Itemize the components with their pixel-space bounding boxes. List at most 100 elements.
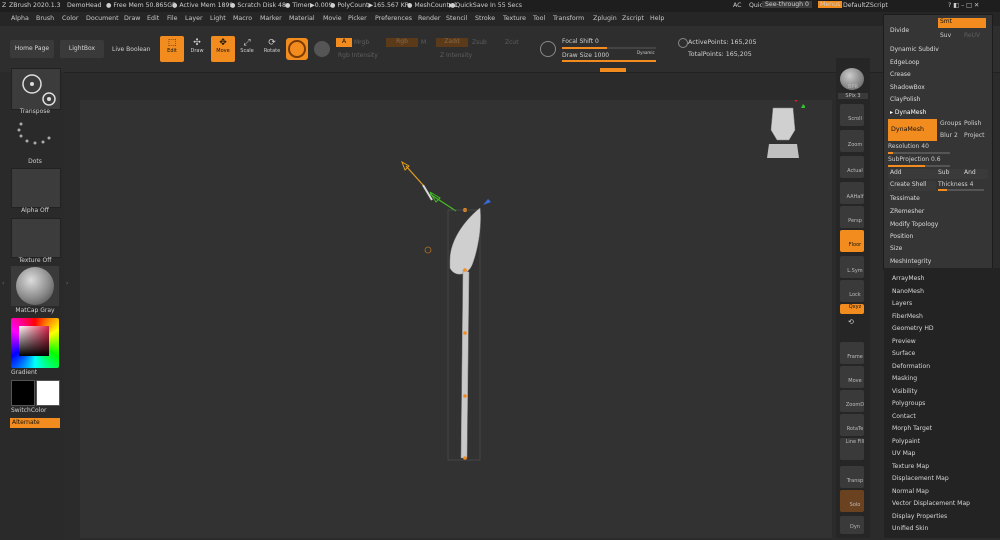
menu-brush[interactable]: Brush [36, 15, 54, 22]
secondary-color-swatch[interactable] [36, 380, 60, 406]
move-mode-button[interactable]: ✥ Move [211, 36, 235, 62]
meshintegrity-item[interactable]: MeshIntegrity [890, 258, 931, 265]
create-shell-button[interactable]: Create Shell [888, 181, 936, 191]
scroll-button[interactable]: Scroll [840, 104, 864, 126]
view-navigator-head[interactable] [765, 91, 807, 160]
document-canvas[interactable] [80, 91, 832, 538]
actual-button[interactable]: Actual [840, 156, 864, 178]
polyframe-icon[interactable] [314, 41, 330, 57]
menu-tool[interactable]: Tool [533, 15, 545, 22]
subpalette-morph-target[interactable]: Morph Target [892, 425, 932, 432]
rotate-view-button[interactable]: RotaTe [840, 414, 864, 436]
switchcolor-button[interactable]: SwitchColor [11, 407, 47, 414]
dynamic-button[interactable]: Dyn [840, 516, 864, 534]
subpalette-preview[interactable]: Preview [892, 338, 916, 345]
smt-toggle[interactable]: Smt [938, 18, 986, 28]
menu-preferences[interactable]: Preferences [375, 15, 412, 22]
subpalette-unified-skin[interactable]: Unified Skin [892, 525, 928, 532]
and-button[interactable]: And [962, 169, 988, 179]
menu-stroke[interactable]: Stroke [475, 15, 495, 22]
blur-slider[interactable]: Blur 2 [940, 132, 958, 139]
left-collapse-arrow-icon[interactable]: ‹ [2, 280, 4, 287]
position-item[interactable]: Position [890, 233, 913, 240]
persp-button[interactable]: Persp [840, 206, 864, 228]
rotate-mode-button[interactable]: ⟳ Rotate [261, 36, 283, 62]
local-symmetry-button[interactable]: L.Sym [840, 256, 864, 278]
zoom-button[interactable]: Zoom [840, 130, 864, 152]
material-thumbnail[interactable] [11, 266, 59, 306]
zcut-button[interactable]: Zcut [505, 39, 519, 46]
suv-toggle[interactable]: Suv [940, 32, 951, 39]
edgeloop-item[interactable]: EdgeLoop [890, 59, 920, 66]
subpalette-nanomesh[interactable]: NanoMesh [892, 288, 924, 295]
a-button[interactable]: A [336, 38, 352, 47]
dynamesh-section[interactable]: ▸ DynaMesh [890, 109, 926, 116]
menu-render[interactable]: Render [418, 15, 440, 22]
subpalette-geometry-hd[interactable]: Geometry HD [892, 325, 934, 332]
close-icon[interactable]: ✕ [974, 2, 979, 9]
thickness-slider[interactable]: Thickness 4 [938, 181, 973, 188]
rotate-axis-icon[interactable]: ⟲ [848, 318, 854, 326]
solo-button[interactable]: Solo [840, 490, 864, 512]
menu-macro[interactable]: Macro [233, 15, 252, 22]
maximize-icon[interactable]: □ [966, 2, 972, 9]
window-controls[interactable]: ? ◧ – □ ✕ [948, 2, 979, 9]
zremesher-item[interactable]: ZRemesher [890, 208, 924, 215]
subpalette-polygroups[interactable]: Polygroups [892, 400, 925, 407]
menu-stencil[interactable]: Stencil [446, 15, 467, 22]
rgb-button[interactable]: Rgb [386, 38, 418, 47]
subpalette-displacement-map[interactable]: Displacement Map [892, 475, 949, 482]
subpalette-masking[interactable]: Masking [892, 375, 917, 382]
scale-mode-button[interactable]: ⤢ Scale [236, 36, 258, 62]
brush-mode-icon[interactable] [540, 41, 556, 57]
layout-icon[interactable]: ◧ [953, 2, 959, 9]
subprojection-slider[interactable]: SubProjection 0.6 [888, 156, 941, 163]
model-mesh[interactable] [424, 207, 481, 460]
dynamesh-button[interactable]: DynaMesh [888, 119, 937, 141]
z-intensity-slider[interactable]: Z Intensity [440, 52, 472, 59]
menu-layer[interactable]: Layer [185, 15, 203, 22]
claypolish-item[interactable]: ClayPolish [890, 96, 920, 103]
rgb-intensity-slider[interactable]: Rgb Intensity [338, 52, 378, 59]
subpalette-normal-map[interactable]: Normal Map [892, 488, 929, 495]
crease-item[interactable]: Crease [890, 71, 911, 78]
thickness-track[interactable] [938, 189, 984, 191]
alternate-button[interactable]: Alternate [10, 418, 60, 428]
lock-button[interactable]: Lock [840, 280, 864, 302]
subpalette-fibermesh[interactable]: FiberMesh [892, 313, 923, 320]
floor-button[interactable]: Floor [840, 230, 864, 252]
subpalette-contact[interactable]: Contact [892, 413, 916, 420]
groups-toggle[interactable]: Groups [940, 120, 961, 127]
lightbox-button[interactable]: LightBox [60, 40, 104, 58]
menu-material[interactable]: Material [289, 15, 315, 22]
menus-toggle[interactable]: Menus [818, 1, 843, 8]
subpalette-vector-displacement-map[interactable]: Vector Displacement Map [892, 500, 970, 507]
subpalette-polypaint[interactable]: Polypaint [892, 438, 920, 445]
subpalette-arraymesh[interactable]: ArrayMesh [892, 275, 924, 282]
polish-toggle[interactable]: Polish [964, 120, 981, 127]
subpalette-deformation[interactable]: Deformation [892, 363, 930, 370]
dynamic-subdiv-item[interactable]: Dynamic Subdiv [890, 46, 939, 53]
transpose-line[interactable] [401, 160, 491, 212]
transp-button[interactable]: Transp [840, 466, 864, 488]
xyz-button[interactable]: Qxyz [840, 304, 864, 314]
focal-shift-track[interactable] [562, 47, 656, 49]
modify-topology-item[interactable]: Modify Topology [890, 221, 938, 228]
minimize-icon[interactable]: – [961, 2, 964, 9]
dynamic-button[interactable]: Dynamic [637, 50, 655, 55]
reuv-toggle[interactable]: ReUV [964, 32, 980, 39]
subpalette-display-properties[interactable]: Display Properties [892, 513, 947, 520]
subprojection-track[interactable] [888, 165, 950, 167]
add-button[interactable]: Add [888, 169, 936, 179]
draw-mode-button[interactable]: ✣ Draw [186, 36, 208, 62]
menu-color[interactable]: Color [62, 15, 78, 22]
menu-zplugin[interactable]: Zplugin [593, 15, 617, 22]
menu-document[interactable]: Document [86, 15, 119, 22]
left-panel-arrow-icon[interactable]: › [66, 280, 68, 287]
zadd-button[interactable]: Zadd [436, 38, 468, 47]
divide-button[interactable]: Divide [890, 27, 909, 34]
menu-help[interactable]: Help [650, 15, 664, 22]
color-picker[interactable] [11, 318, 59, 368]
subpalette-visibility[interactable]: Visibility [892, 388, 918, 395]
help-icon[interactable]: ? [948, 2, 951, 9]
